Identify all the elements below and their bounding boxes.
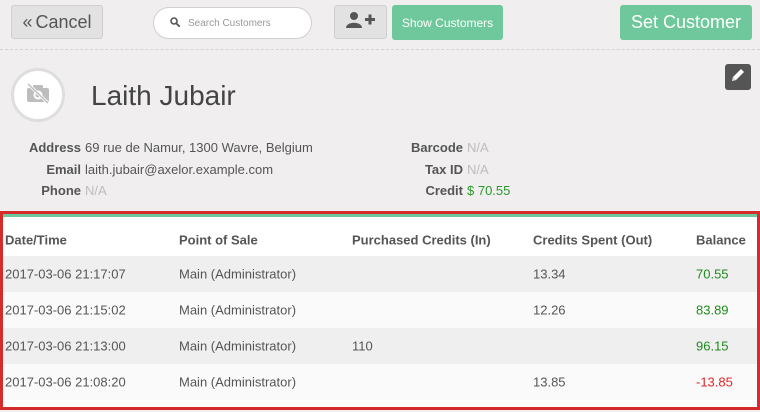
column-header-point-of-sale: Point of Sale bbox=[179, 232, 258, 248]
table-row[interactable]: 2017-03-06 21:08:20 Main (Administrator)… bbox=[3, 364, 757, 400]
detail-tax-id: Tax ID N/A bbox=[366, 162, 489, 177]
cancel-label: Cancel bbox=[35, 11, 92, 32]
column-header-balance: Balance bbox=[696, 232, 746, 248]
search-customers-box[interactable] bbox=[153, 7, 312, 39]
credit-value: $ 70.55 bbox=[467, 183, 511, 198]
row-balance: -13.85 bbox=[696, 374, 733, 390]
column-header-datetime: Date/Time bbox=[5, 232, 67, 248]
email-label: Email bbox=[46, 162, 81, 177]
row-credits-out: 13.85 bbox=[533, 374, 566, 390]
tax-id-label: Tax ID bbox=[424, 162, 463, 177]
row-credits-out: 13.34 bbox=[533, 266, 566, 282]
set-customer-label: Set Customer bbox=[630, 12, 742, 32]
tax-id-value: N/A bbox=[467, 162, 489, 177]
row-balance: 96.15 bbox=[696, 338, 729, 354]
detail-phone: Phone N/A bbox=[0, 183, 107, 198]
table-header: Date/Time Point of Sale Purchased Credit… bbox=[3, 226, 757, 256]
detail-barcode: Barcode N/A bbox=[366, 140, 489, 155]
search-icon bbox=[170, 16, 181, 30]
detail-address: Address 69 rue de Namur, 1300 Wavre, Belg… bbox=[0, 140, 313, 155]
row-credits-out: 12.26 bbox=[533, 302, 566, 318]
set-customer-button[interactable]: Set Customer bbox=[620, 5, 752, 40]
customer-name: Laith Jubair bbox=[91, 80, 236, 111]
row-point-of-sale: Main (Administrator) bbox=[179, 302, 297, 318]
user-plus-icon bbox=[345, 11, 376, 34]
cancel-button[interactable]: « Cancel bbox=[11, 5, 103, 39]
address-value: 69 rue de Namur, 1300 Wavre, Belgium bbox=[85, 140, 313, 155]
chevrons-left-icon: « bbox=[22, 11, 33, 32]
barcode-value: N/A bbox=[467, 140, 489, 155]
email-value: laith.jubair@axelor.example.com bbox=[85, 162, 274, 177]
credit-history-table: Date/Time Point of Sale Purchased Credit… bbox=[0, 211, 760, 410]
table-top-accent bbox=[3, 214, 757, 217]
row-datetime: 2017-03-06 21:13:00 bbox=[5, 338, 126, 354]
row-datetime: 2017-03-06 21:08:20 bbox=[5, 374, 126, 390]
phone-value: N/A bbox=[85, 183, 107, 198]
detail-credit: Credit $ 70.55 bbox=[366, 183, 510, 198]
barcode-label: Barcode bbox=[410, 140, 463, 155]
row-datetime: 2017-03-06 21:15:02 bbox=[5, 302, 126, 318]
show-customers-label: Show Customers bbox=[401, 15, 494, 30]
add-customer-button[interactable] bbox=[334, 5, 387, 39]
credit-label: Credit bbox=[425, 183, 463, 198]
row-datetime: 2017-03-06 21:17:07 bbox=[5, 266, 126, 282]
row-balance: 70.55 bbox=[696, 266, 729, 282]
address-label: Address bbox=[28, 140, 81, 155]
row-balance: 83.89 bbox=[696, 302, 729, 318]
search-input[interactable] bbox=[188, 17, 298, 29]
column-header-credits-spent: Credits Spent (Out) bbox=[533, 232, 653, 248]
row-point-of-sale: Main (Administrator) bbox=[179, 374, 297, 390]
top-toolbar: « Cancel Show Customers Set Customer bbox=[0, 0, 760, 50]
show-customers-button[interactable]: Show Customers bbox=[392, 5, 503, 40]
toolbar-divider bbox=[0, 49, 760, 50]
column-header-purchased-credits: Purchased Credits (In) bbox=[352, 232, 491, 248]
customer-avatar bbox=[11, 68, 65, 122]
no-camera-icon bbox=[24, 81, 52, 110]
table-row[interactable]: 2017-03-06 21:13:00 Main (Administrator)… bbox=[3, 328, 757, 364]
detail-email: Email laith.jubair@axelor.example.com bbox=[0, 162, 273, 177]
row-point-of-sale: Main (Administrator) bbox=[179, 338, 297, 354]
phone-label: Phone bbox=[41, 183, 81, 198]
row-point-of-sale: Main (Administrator) bbox=[179, 266, 297, 282]
row-credits-in: 110 bbox=[352, 338, 373, 354]
edit-customer-button[interactable] bbox=[725, 64, 751, 90]
table-row[interactable]: 2017-03-06 21:15:02 Main (Administrator)… bbox=[3, 292, 757, 328]
table-row[interactable]: 2017-03-06 21:17:07 Main (Administrator)… bbox=[3, 256, 757, 292]
pencil-icon bbox=[730, 67, 746, 88]
